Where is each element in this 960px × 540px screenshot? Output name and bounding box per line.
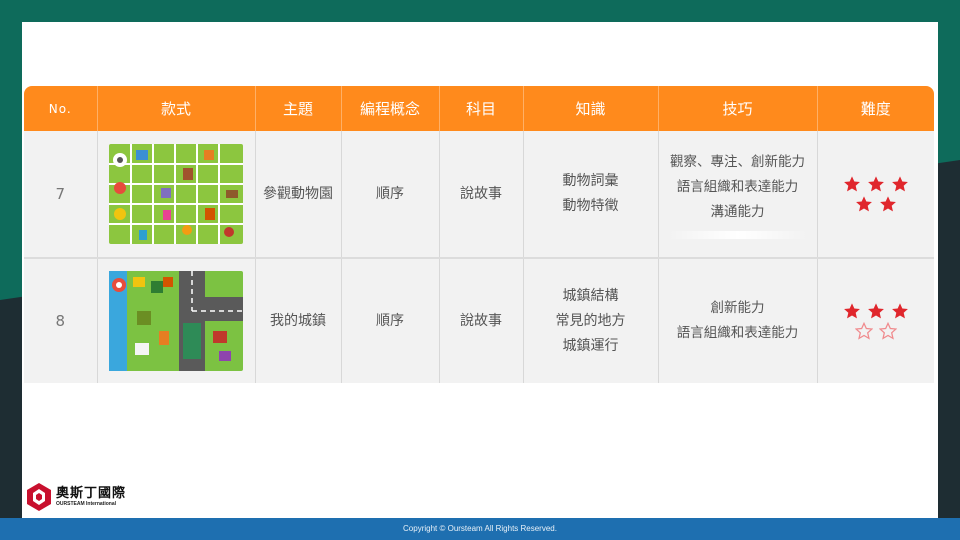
- star-filled-icon: [879, 196, 896, 212]
- skill-item: 創新能力: [710, 300, 765, 316]
- row-theme: 我的城鎮: [255, 258, 342, 383]
- row-skills: 觀察、專注、創新能力 語言組織和表達能力 溝通能力: [658, 131, 818, 259]
- table-row: 7 參觀動物園 順序 說故事 動物詞彙 動物特徵 觀察、專注、創新能力 語言組織…: [24, 131, 934, 259]
- knowledge-item: 城鎮運行: [562, 337, 619, 354]
- row-subject: 說故事: [439, 258, 524, 383]
- skill-item: 觀察、專注、創新能力: [670, 153, 805, 170]
- knowledge-item: 常見的地方: [555, 312, 626, 329]
- row-skills: 創新能力 語言組織和表達能力: [658, 258, 818, 383]
- header-theme: 主題: [255, 86, 342, 131]
- star-empty-icon: [854, 322, 873, 340]
- row-number: 8: [24, 258, 98, 383]
- star-filled-icon: [843, 303, 860, 319]
- skill-item: 溝通能力: [710, 203, 765, 220]
- row-difficulty: [817, 131, 934, 259]
- star-filled-icon: [855, 196, 872, 212]
- logo-name: 奧斯丁國際: [56, 486, 127, 501]
- row-number: 7: [24, 131, 98, 259]
- row-thumbnail: [97, 258, 256, 383]
- company-logo: 奧斯丁國際 OURSTEAM International: [26, 482, 156, 514]
- row-knowledge: 城鎮結構 常見的地方 城鎮運行: [523, 258, 659, 383]
- logo-subtitle: OURSTEAM International: [56, 501, 117, 507]
- header-concept: 編程概念: [341, 86, 440, 131]
- skill-item: 語言組織和表達能力: [676, 325, 799, 341]
- star-filled-icon: [867, 303, 884, 319]
- highlight-bar: [667, 230, 808, 239]
- star-empty-icon: [878, 322, 897, 340]
- course-table: No. 款式 主題 編程概念 科目 知識 技巧 難度 7 參觀動物園 順序 說故…: [24, 86, 934, 383]
- star-filled-icon: [867, 176, 884, 192]
- zoo-map-icon: [109, 144, 243, 244]
- skill-item: 語言組織和表達能力: [676, 178, 799, 195]
- star-filled-icon: [891, 176, 908, 192]
- knowledge-item: 動物詞彙: [562, 173, 619, 189]
- row-knowledge: 動物詞彙 動物特徵: [523, 131, 659, 259]
- row-concept: 順序: [341, 131, 440, 259]
- knowledge-item: 動物特徵: [562, 198, 619, 214]
- header-subject: 科目: [439, 86, 524, 131]
- knowledge-item: 城鎮結構: [562, 287, 619, 304]
- row-theme: 參觀動物園: [255, 131, 342, 259]
- town-map-icon: [109, 271, 243, 371]
- table-row: 8 我的城鎮 順序 說故事 城鎮結構 常見的地方 城鎮運行 創新能力 語言組織和…: [24, 258, 934, 383]
- copyright-footer: Copyright © Oursteam All Rights Reserved…: [0, 518, 960, 540]
- row-concept: 順序: [341, 258, 440, 383]
- star-filled-icon: [891, 303, 908, 319]
- table-header-row: No. 款式 主題 編程概念 科目 知識 技巧 難度: [24, 86, 934, 131]
- header-skills: 技巧: [658, 86, 818, 131]
- header-no: No.: [24, 86, 98, 131]
- row-subject: 說故事: [439, 131, 524, 259]
- star-filled-icon: [843, 176, 860, 192]
- header-difficulty: 難度: [817, 86, 934, 131]
- row-difficulty: [817, 258, 934, 383]
- difficulty-stars: [836, 175, 916, 213]
- difficulty-stars: [836, 302, 916, 340]
- header-knowledge: 知識: [523, 86, 659, 131]
- header-style: 款式: [97, 86, 256, 131]
- row-thumbnail: [97, 131, 256, 259]
- logo-icon: [27, 483, 51, 511]
